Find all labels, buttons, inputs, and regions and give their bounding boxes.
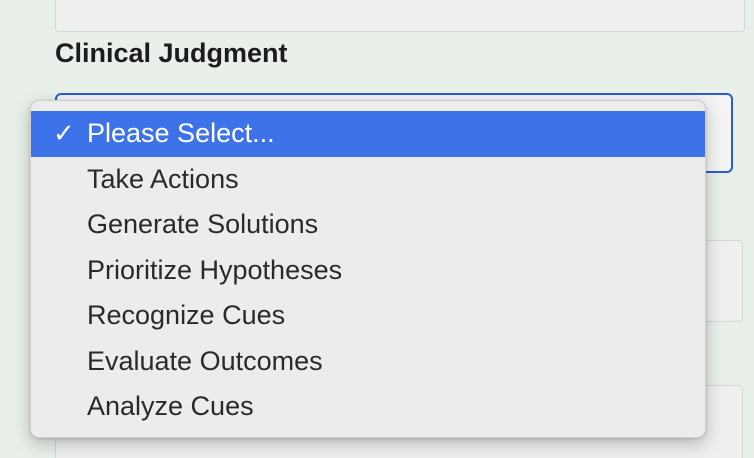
clinical-judgment-dropdown-menu: ✓ Please Select... Take Actions Generate…	[30, 100, 706, 438]
clinical-judgment-label: Clinical Judgment	[55, 38, 288, 68]
option-take-actions[interactable]: Take Actions	[31, 157, 705, 203]
option-label: Evaluate Outcomes	[87, 345, 323, 376]
option-label: Generate Solutions	[87, 209, 319, 239]
option-prioritize-hypotheses[interactable]: Prioritize Hypotheses	[31, 248, 705, 294]
option-label: Take Actions	[87, 163, 239, 194]
option-generate-solutions[interactable]: Generate Solutions	[31, 202, 705, 248]
checkmark-icon: ✓	[53, 118, 75, 148]
form-page: Clinical Judgment ✓ Please Select... Tak…	[0, 0, 754, 458]
option-label: Please Select...	[87, 118, 275, 148]
previous-field	[55, 0, 745, 32]
option-label: Prioritize Hypotheses	[87, 254, 343, 285]
option-analyze-cues[interactable]: Analyze Cues	[31, 384, 705, 430]
option-recognize-cues[interactable]: Recognize Cues	[31, 293, 705, 339]
option-evaluate-outcomes[interactable]: Evaluate Outcomes	[31, 339, 705, 385]
option-please-select[interactable]: ✓ Please Select...	[31, 111, 705, 157]
option-label: Analyze Cues	[87, 391, 254, 421]
option-label: Recognize Cues	[87, 300, 286, 330]
